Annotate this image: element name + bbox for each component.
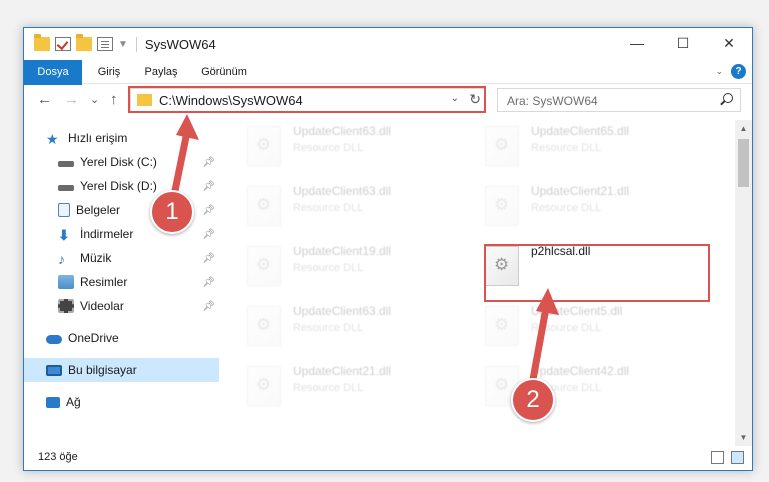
documents-icon [58, 203, 70, 217]
item-count: 123 öğe [38, 451, 78, 463]
sidebar-item-label: Hızlı erişim [68, 131, 128, 145]
file-item[interactable]: UpdateClient63.dll Resource DLL [247, 300, 457, 356]
scroll-thumb[interactable] [738, 139, 749, 187]
dll-file-icon [247, 306, 281, 346]
sidebar-item-videos[interactable]: Videolar 📌︎ [24, 294, 219, 318]
cloud-icon [46, 335, 62, 344]
forward-arrow-icon[interactable]: → [64, 91, 79, 108]
sidebar-item-label: Yerel Disk (C:) [80, 155, 157, 169]
file-type: Resource DLL [531, 202, 602, 214]
sidebar-item-onedrive[interactable]: OneDrive [24, 326, 219, 350]
file-item[interactable]: UpdateClient21.dll Resource DLL [485, 180, 695, 236]
maximize-button[interactable]: ☐ [660, 28, 706, 58]
sidebar-item-pictures[interactable]: Resimler 📌︎ [24, 270, 219, 294]
dll-file-icon [485, 186, 519, 226]
vertical-scrollbar[interactable]: ▲ ▼ [735, 120, 752, 446]
sidebar-item-label: İndirmeler [80, 227, 134, 241]
pictures-icon [58, 275, 74, 289]
help-icon[interactable]: ? [731, 64, 746, 79]
sidebar-item-label: Videolar [80, 299, 124, 313]
sidebar-item-label: Belgeler [76, 203, 121, 217]
sidebar-item-label: OneDrive [68, 331, 119, 345]
dll-file-icon [247, 246, 281, 286]
pin-icon[interactable]: 📌︎ [202, 229, 215, 240]
sidebar-item-label: Resimler [80, 275, 128, 289]
star-icon: ★ [46, 131, 59, 147]
sidebar-item-label: Müzik [80, 251, 112, 265]
expand-ribbon-icon[interactable]: ⌄ [715, 66, 723, 77]
file-type: Resource DLL [293, 142, 364, 154]
sidebar-item-this-pc[interactable]: Bu bilgisayar [24, 358, 219, 382]
dll-file-icon [247, 126, 281, 166]
network-icon [46, 396, 60, 408]
file-item[interactable]: UpdateClient65.dll Resource DLL [485, 120, 695, 176]
computer-icon [46, 364, 62, 376]
scroll-up-icon[interactable]: ▲ [735, 120, 752, 137]
details-view-icon[interactable] [711, 451, 724, 464]
new-folder-icon[interactable] [76, 34, 92, 51]
file-name: UpdateClient21.dll [531, 184, 630, 198]
minimize-button[interactable]: — [614, 28, 660, 58]
large-icons-view-icon[interactable] [731, 451, 744, 464]
search-input[interactable]: Ara: SysWOW64 [497, 88, 741, 112]
ribbon-tabs: Dosya Giriş Paylaş Görünüm ⌄ ? [24, 60, 752, 116]
drive-icon [58, 185, 74, 191]
file-name: UpdateClient63.dll [293, 304, 392, 318]
close-button[interactable]: ✕ [706, 28, 752, 58]
up-arrow-icon[interactable]: ↑ [110, 91, 118, 108]
dll-file-icon [485, 126, 519, 166]
tab-gorunum[interactable]: Görünüm [192, 60, 256, 84]
videos-icon [58, 299, 74, 313]
recent-locations-icon[interactable]: ⌄ [90, 93, 99, 106]
quick-access-toolbar: ▼ [34, 34, 128, 51]
music-icon: ♪ [58, 251, 65, 267]
ribbon-right: ⌄ ? [715, 64, 746, 79]
customize-dropdown-icon[interactable]: ▼ [118, 39, 128, 50]
file-item[interactable]: UpdateClient63.dll Resource DLL [247, 180, 457, 236]
window-controls: — ☐ ✕ [614, 28, 752, 58]
file-item[interactable]: UpdateClient21.dll Resource DLL [247, 360, 457, 416]
back-arrow-icon[interactable]: ← [37, 91, 52, 108]
file-type: Resource DLL [293, 202, 364, 214]
tab-giris[interactable]: Giriş [86, 60, 132, 84]
sidebar-item-label: Ağ [66, 395, 81, 409]
file-item[interactable]: UpdateClient63.dll Resource DLL [247, 120, 457, 176]
dll-file-icon [247, 366, 281, 406]
sidebar-item-network[interactable]: Ağ [24, 390, 219, 414]
file-type: Resource DLL [531, 142, 602, 154]
file-type: Resource DLL [293, 262, 364, 274]
file-name: UpdateClient63.dll [293, 184, 392, 198]
search-icon[interactable] [723, 93, 733, 103]
explorer-window: ▼ SysWOW64 — ☐ ✕ Dosya Giriş Paylaş Görü… [23, 27, 753, 471]
pin-icon[interactable]: 📌︎ [202, 253, 215, 264]
properties-check-icon[interactable] [55, 37, 71, 51]
search-placeholder: Ara: SysWOW64 [507, 94, 598, 108]
tab-paylas[interactable]: Paylaş [136, 60, 186, 84]
window-title: SysWOW64 [135, 36, 216, 52]
sidebar-item-label: Yerel Disk (D:) [80, 179, 157, 193]
drive-icon [58, 161, 74, 167]
pin-icon[interactable]: 📌︎ [202, 301, 215, 312]
downloads-icon: ⬇ [58, 227, 70, 243]
sidebar-item-label: Bu bilgisayar [68, 363, 137, 377]
folder-icon[interactable] [34, 34, 50, 51]
file-type: Resource DLL [293, 382, 364, 394]
step-badge-1: 1 [150, 190, 194, 234]
step-badge-2: 2 [511, 378, 555, 422]
navigation-bar: ← → ⌄ ↑ C:\Windows\SysWOW64 ⌄ ↻ Ara: Sys… [24, 85, 752, 117]
file-name: UpdateClient21.dll [293, 364, 392, 378]
pin-icon[interactable]: 📌︎ [202, 277, 215, 288]
file-name: UpdateClient65.dll [531, 124, 630, 138]
dll-file-icon [247, 186, 281, 226]
file-type: Resource DLL [293, 322, 364, 334]
address-highlight-box [128, 86, 486, 113]
file-item[interactable]: UpdateClient19.dll Resource DLL [247, 240, 457, 296]
scroll-down-icon[interactable]: ▼ [735, 429, 752, 446]
file-name: UpdateClient63.dll [293, 124, 392, 138]
properties-icon[interactable] [97, 37, 113, 51]
file-name: UpdateClient19.dll [293, 244, 392, 258]
title-bar: ▼ SysWOW64 — ☐ ✕ [24, 28, 752, 60]
sidebar-item-music[interactable]: ♪ Müzik 📌︎ [24, 246, 219, 270]
status-bar: 123 öğe [24, 446, 752, 470]
